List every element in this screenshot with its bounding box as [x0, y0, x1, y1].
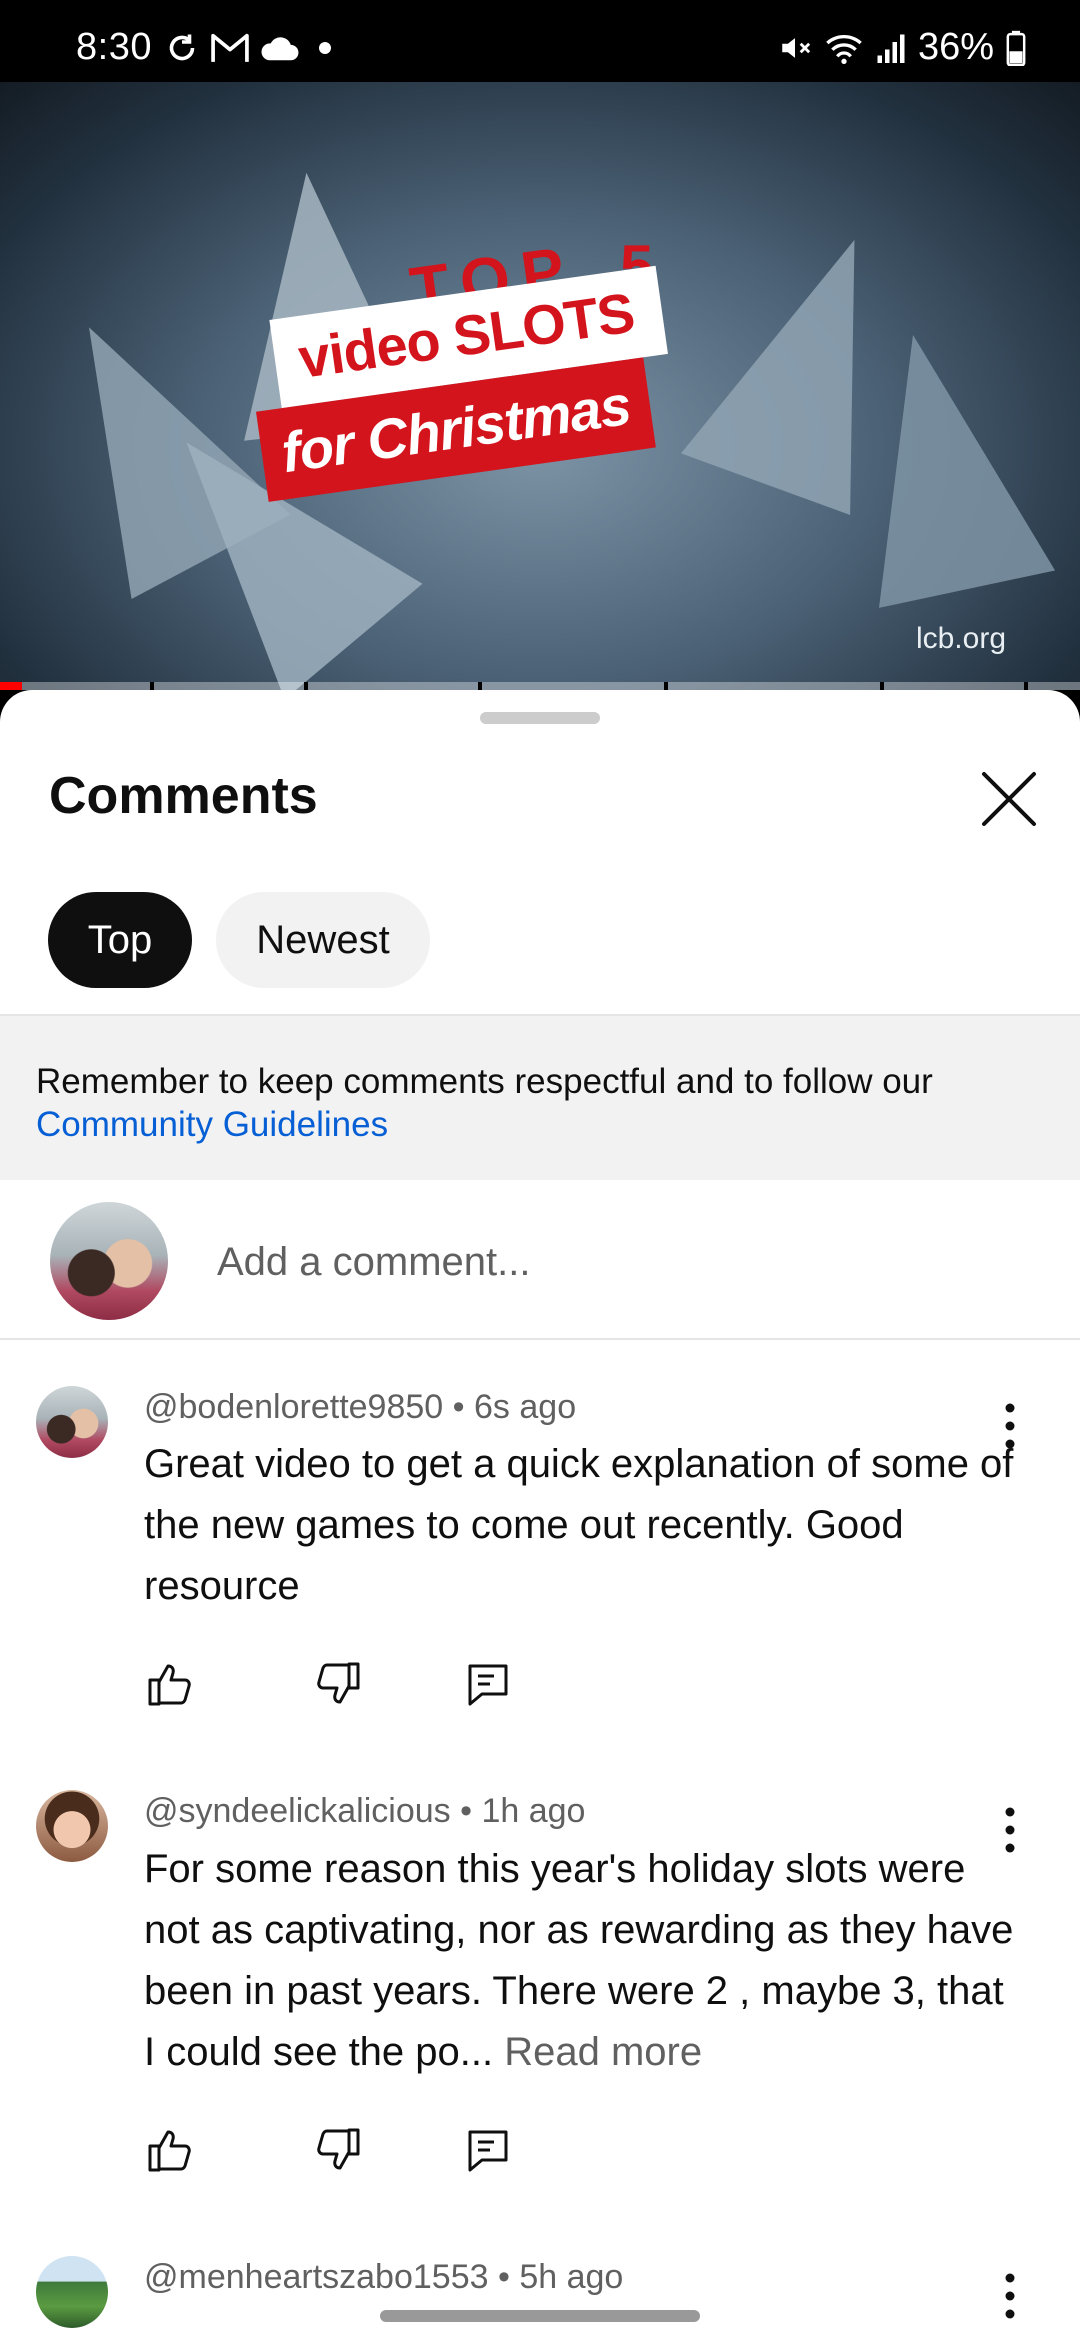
comment-age: 5h ago — [519, 2258, 624, 2296]
status-time: 8:30 — [76, 26, 152, 68]
dot-icon — [319, 42, 331, 54]
chapter-marker — [1024, 682, 1028, 690]
dislike-icon[interactable] — [312, 1658, 364, 1710]
comment-body: Great video to get a quick explanation o… — [144, 1442, 1014, 1608]
gmail-icon — [211, 33, 249, 62]
read-more-link[interactable]: Read more — [504, 2030, 702, 2074]
chip-top[interactable]: Top — [48, 892, 192, 988]
gesture-nav-bar[interactable] — [380, 2310, 700, 2322]
comments-title: Comments — [49, 767, 318, 825]
meta-separator: • — [452, 1388, 465, 1426]
chapter-marker — [880, 682, 884, 690]
cloud-icon — [261, 37, 299, 61]
comment-age: 1h ago — [481, 1792, 586, 1830]
chapter-marker — [478, 682, 482, 690]
comments-sheet: Comments Top Newest Remember to keep com… — [0, 690, 1080, 2340]
battery-icon — [1006, 30, 1026, 66]
like-icon[interactable] — [144, 2124, 196, 2176]
drag-handle[interactable] — [480, 712, 600, 724]
signal-icon — [877, 34, 905, 63]
comment-actions — [144, 2124, 514, 2176]
comment-text: For some reason this year's holiday slot… — [144, 1839, 1014, 2083]
wifi-icon — [826, 34, 862, 64]
comment-author[interactable]: @menheartszabo1553 — [144, 2258, 489, 2296]
comment-meta: @menheartszabo1553 • 5h ago — [144, 2258, 623, 2297]
comment-age: 6s ago — [474, 1388, 577, 1426]
comment-meta: @bodenlorette9850 • 6s ago — [144, 1388, 576, 1427]
comment-meta: @syndeelickalicious • 1h ago — [144, 1792, 585, 1831]
reply-icon[interactable] — [462, 1658, 514, 1710]
reply-icon[interactable] — [462, 2124, 514, 2176]
video-watermark: lcb.org — [915, 622, 1006, 655]
sort-chips: Top Newest — [48, 892, 430, 988]
chip-newest[interactable]: Newest — [216, 892, 430, 988]
meta-separator: • — [460, 1792, 473, 1830]
video-player[interactable]: TOP 5 video SLOTS for Christmas lcb.org — [0, 82, 1080, 690]
video-progress-fill — [0, 682, 22, 690]
avatar[interactable] — [36, 1386, 108, 1458]
comment-author[interactable]: @syndeelickalicious — [144, 1792, 451, 1830]
community-guidelines-link[interactable]: Community Guidelines — [36, 1103, 1044, 1146]
battery-percent: 36% — [917, 26, 994, 68]
guidelines-notice: Remember to keep comments respectful and… — [0, 1014, 1080, 1180]
like-icon[interactable] — [144, 1658, 196, 1710]
avatar — [50, 1202, 168, 1320]
add-comment-input[interactable]: Add a comment... — [217, 1240, 530, 1285]
sync-icon — [169, 34, 195, 61]
notification-icons — [164, 30, 340, 66]
meta-separator: • — [497, 2258, 510, 2296]
mute-icon — [782, 37, 811, 58]
status-bar: 8:30 36% — [0, 0, 1080, 82]
tree-decoration — [824, 316, 1056, 608]
avatar[interactable] — [36, 2256, 108, 2328]
notice-text: Remember to keep comments respectful and… — [36, 1062, 933, 1101]
more-vert-icon[interactable] — [990, 2266, 1030, 2326]
comment-text: Great video to get a quick explanation o… — [144, 1434, 1014, 1617]
comment-author[interactable]: @bodenlorette9850 — [144, 1388, 443, 1426]
chapter-marker — [150, 682, 154, 690]
system-status: 36% — [778, 26, 1026, 69]
video-progress-bar[interactable] — [0, 682, 1080, 690]
chapter-marker — [304, 682, 308, 690]
close-icon[interactable] — [974, 764, 1044, 834]
dislike-icon[interactable] — [312, 2124, 364, 2176]
avatar[interactable] — [36, 1790, 108, 1862]
comment-actions — [144, 1658, 514, 1710]
chapter-marker — [664, 682, 668, 690]
